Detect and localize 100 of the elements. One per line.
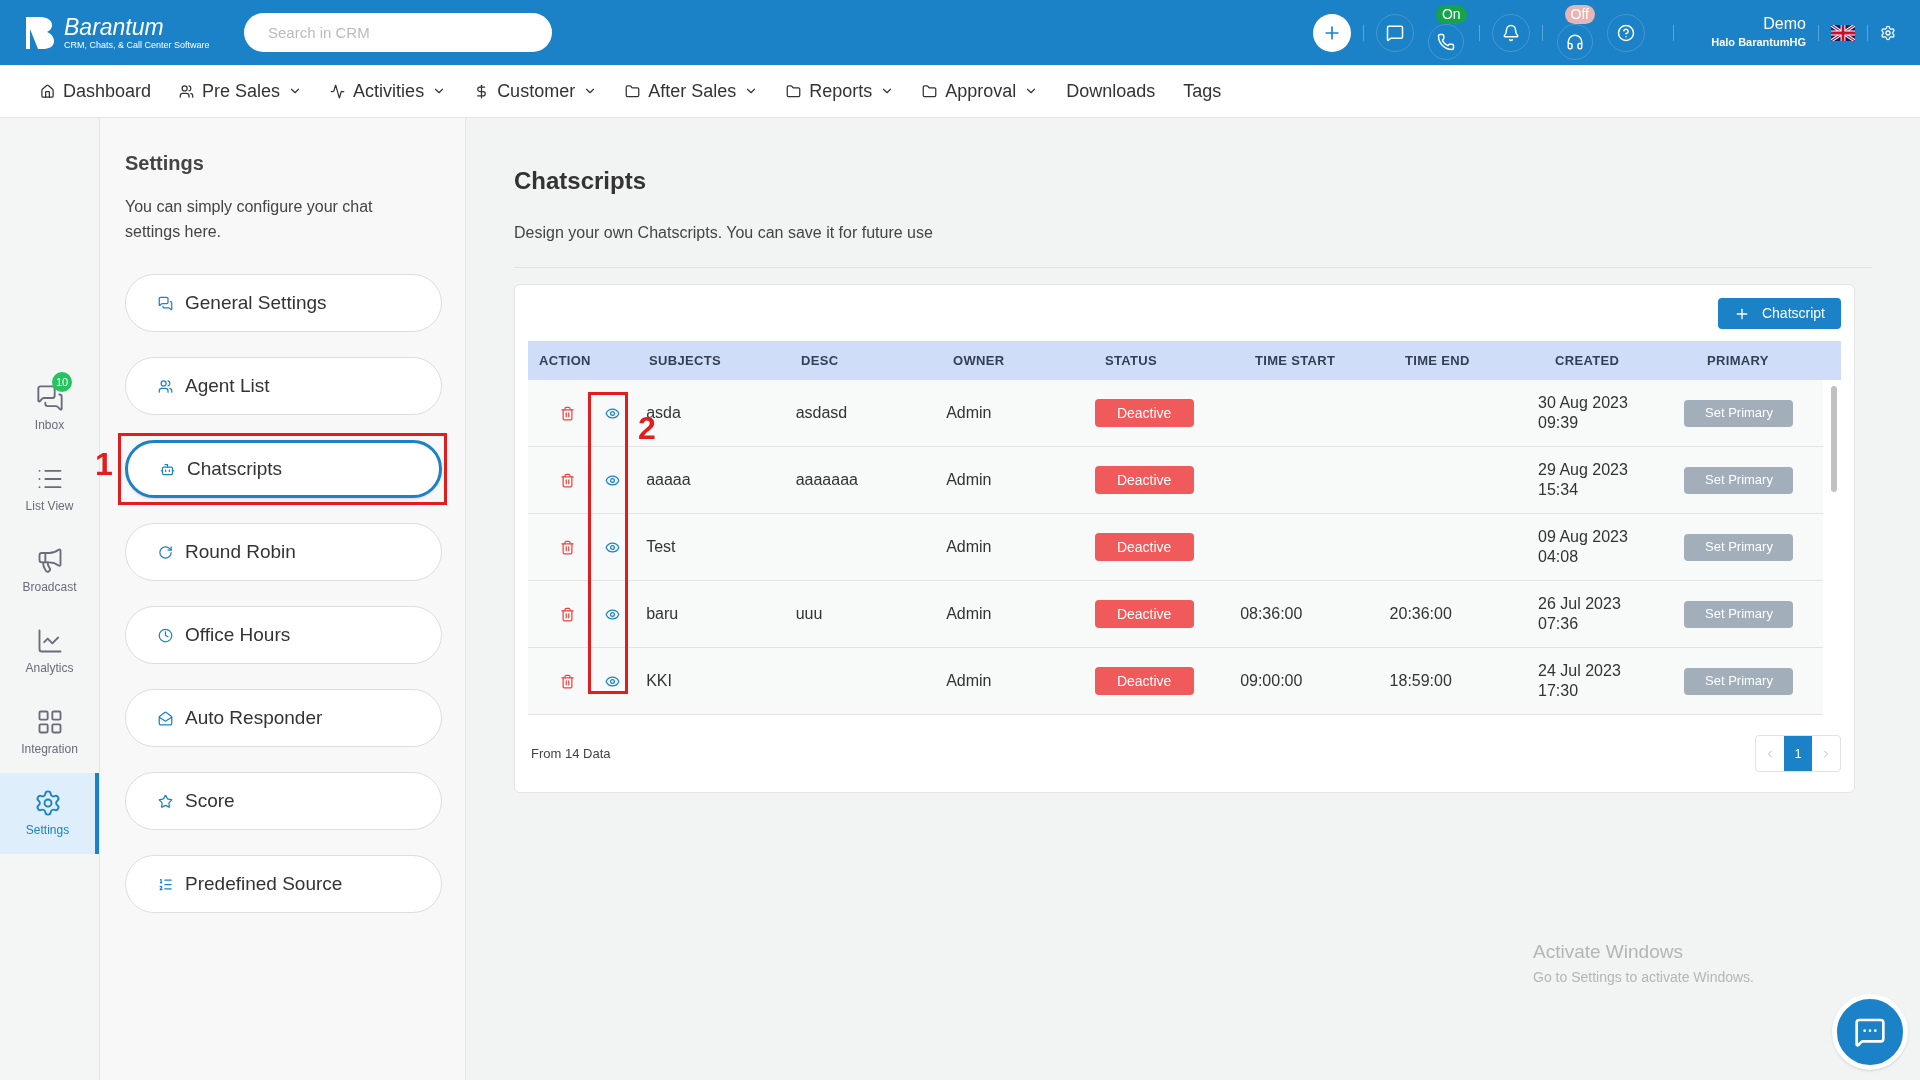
- settings-menu-item[interactable]: Chatscripts: [125, 440, 442, 498]
- created-time: 07:36: [1538, 614, 1580, 634]
- created-date: 24 Jul 2023: [1538, 661, 1622, 681]
- nav-item[interactable]: Reports: [786, 77, 895, 105]
- table-cell-text: Admin: [945, 671, 993, 691]
- view-icon[interactable]: [605, 539, 620, 555]
- page-button[interactable]: 1: [1784, 736, 1812, 771]
- view-icon[interactable]: [605, 606, 620, 622]
- page-title: Chatscripts: [514, 166, 648, 196]
- column-header: SUBJECTS: [648, 351, 722, 370]
- status-badge: On: [1435, 5, 1467, 24]
- status-badge: Off: [1564, 5, 1595, 24]
- nav-item[interactable]: Downloads: [1066, 77, 1156, 105]
- view-icon[interactable]: [605, 405, 620, 421]
- record-count: From 14 Data: [530, 744, 611, 763]
- menu-icon: [158, 710, 173, 726]
- headset-icon: [1565, 33, 1584, 51]
- menu-icon: [158, 627, 173, 643]
- menu-icon: [158, 378, 173, 394]
- column-header: CREATED: [1554, 351, 1621, 370]
- view-icon[interactable]: [605, 472, 620, 488]
- settings-title: Settings: [125, 151, 205, 176]
- settings-menu-item[interactable]: Round Robin: [125, 523, 442, 581]
- settings-menu-item[interactable]: Auto Responder: [125, 689, 442, 747]
- nav-icon: [922, 83, 938, 99]
- delete-icon[interactable]: [560, 606, 575, 622]
- menu-icon: [158, 544, 173, 560]
- search-field[interactable]: Search in CRM: [244, 13, 552, 52]
- nav-item[interactable]: Dashboard: [40, 77, 152, 105]
- add-button[interactable]: [1312, 13, 1351, 52]
- table-cell-text: Admin: [945, 537, 993, 557]
- rail-item[interactable]: Integration: [0, 692, 99, 773]
- chat-bubble-icon: [1854, 1016, 1886, 1048]
- count-badge: 10: [52, 372, 72, 392]
- column-header: STATUS: [1104, 351, 1159, 370]
- delete-icon[interactable]: [560, 673, 575, 689]
- table-cell-text: aaaaa: [645, 470, 692, 490]
- table-cell-text: 09:00:00: [1239, 671, 1304, 691]
- nav-item[interactable]: Tags: [1183, 77, 1222, 105]
- nav-item[interactable]: After Sales: [625, 77, 759, 105]
- rail-item[interactable]: Inbox 10: [0, 368, 99, 449]
- table-cell-text: 20:36:00: [1388, 604, 1453, 624]
- status-badge: Deactive: [1094, 600, 1194, 628]
- settings-menu-item[interactable]: Office Hours: [125, 606, 442, 664]
- chat-widget-button[interactable]: [1832, 994, 1908, 1070]
- settings-menu-item[interactable]: Agent List: [125, 357, 442, 415]
- menu-icon: [160, 461, 175, 477]
- view-icon[interactable]: [605, 673, 620, 689]
- menu-icon: [158, 295, 173, 311]
- table-cell-text: aaaaaaa: [794, 470, 859, 490]
- settings-menu-item[interactable]: General Settings: [125, 274, 442, 332]
- table-cell-text: 18:59:00: [1388, 671, 1453, 691]
- rail-item[interactable]: Analytics: [0, 611, 99, 692]
- table-cell-text: KKI: [645, 671, 673, 691]
- nav-item[interactable]: Pre Sales: [179, 77, 303, 105]
- brand-name: Barantum: [64, 15, 165, 39]
- nav-icon: [330, 83, 346, 99]
- nav-item[interactable]: Customer: [474, 77, 598, 105]
- nav-item[interactable]: Approval: [922, 77, 1039, 105]
- settings-icon[interactable]: [1880, 24, 1896, 41]
- status-badge: Deactive: [1094, 399, 1194, 427]
- table-cell-text: asdasd: [794, 403, 849, 423]
- table-cell-text: 08:36:00: [1239, 604, 1304, 624]
- created-date: 26 Jul 2023: [1538, 594, 1622, 614]
- table-cell-text: Test: [645, 537, 677, 557]
- user-name[interactable]: Demo: [1763, 14, 1806, 35]
- menu-icon: [158, 876, 173, 892]
- os-notice-subtitle: Go to Settings to activate Windows.: [1533, 967, 1754, 987]
- add-chatscript-button[interactable]: Chatscript: [1717, 298, 1841, 329]
- column-header: ACTION: [538, 351, 592, 370]
- created-date: 29 Aug 2023: [1538, 460, 1629, 480]
- column-header: TIME START: [1254, 351, 1337, 370]
- status-badge: Deactive: [1094, 466, 1194, 494]
- bell-icon: [1501, 23, 1520, 42]
- column-header: PRIMARY: [1706, 351, 1770, 370]
- nav-item[interactable]: Activities: [330, 77, 447, 105]
- os-notice-title: Activate Windows: [1533, 940, 1684, 964]
- table-cell-text: Admin: [945, 470, 993, 490]
- column-header: DESC: [800, 351, 840, 370]
- delete-icon[interactable]: [560, 405, 575, 421]
- delete-icon[interactable]: [560, 539, 575, 555]
- created-time: 17:30: [1538, 681, 1580, 701]
- brand-tagline: CRM, Chats, & Call Center Software: [64, 40, 210, 50]
- menu-icon: [158, 793, 173, 809]
- logo-icon: [24, 14, 56, 51]
- settings-menu-item[interactable]: Predefined Source: [125, 855, 442, 913]
- help-icon: [1617, 23, 1635, 42]
- rail-item[interactable]: Settings: [0, 773, 99, 854]
- column-header: OWNER: [952, 351, 1006, 370]
- created-time: 15:34: [1538, 480, 1580, 500]
- delete-icon[interactable]: [560, 472, 575, 488]
- column-header: TIME END: [1404, 351, 1471, 370]
- table-cell-text: baru: [645, 604, 680, 624]
- settings-description: You can simply configure your chat settings here.: [125, 197, 374, 242]
- settings-menu-item[interactable]: Score: [125, 772, 442, 830]
- uk-flag-icon[interactable]: [1831, 24, 1855, 41]
- table-cell-text: Admin: [945, 604, 993, 624]
- table-cell-text: uuu: [794, 604, 824, 624]
- created-date: 30 Aug 2023: [1538, 393, 1629, 413]
- rail-item[interactable]: Broadcast: [0, 530, 99, 611]
